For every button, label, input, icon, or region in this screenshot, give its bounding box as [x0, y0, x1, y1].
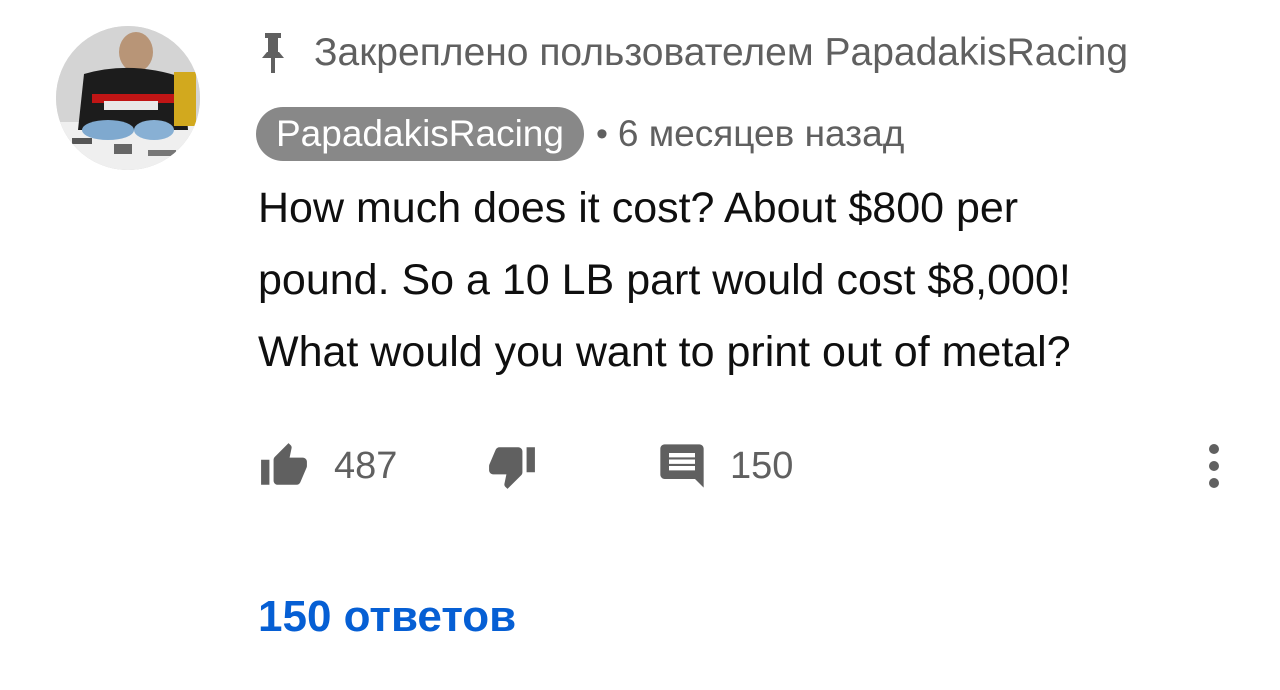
- comment-line: How much does it cost? About $800 per: [258, 184, 1019, 232]
- comment-body: How much does it cost? About $800 per po…: [258, 172, 1238, 388]
- pinned-text: Закреплено пользователем PapadakisRacing: [314, 31, 1129, 74]
- thumbs-down-icon: [489, 447, 535, 489]
- more-vertical-icon: [1209, 444, 1219, 488]
- comment-icon: [660, 444, 704, 488]
- view-replies-link[interactable]: 150 ответов: [258, 592, 516, 642]
- comment-thread: Закреплено пользователем PapadakisRacing…: [0, 0, 1280, 690]
- comment-timestamp[interactable]: 6 месяцев назад: [618, 113, 904, 155]
- reply-button[interactable]: 150: [656, 430, 793, 502]
- author-name[interactable]: PapadakisRacing: [256, 107, 584, 161]
- like-button[interactable]: 487: [256, 430, 397, 502]
- dislike-button[interactable]: [484, 430, 540, 502]
- like-count: 487: [334, 444, 398, 487]
- pinned-label: Закреплено пользователем PapadakisRacing: [258, 28, 1128, 78]
- thumbs-up-icon: [261, 443, 307, 485]
- comment-line: What would you want to print out of meta…: [258, 328, 1071, 376]
- comment-line: pound. So a 10 LB part would cost $8,000…: [258, 256, 1071, 304]
- avatar[interactable]: [56, 26, 200, 170]
- meta-separator: •: [595, 114, 608, 153]
- comment-actions: 487 150: [256, 430, 1236, 502]
- reply-count: 150: [730, 444, 794, 487]
- more-options-button[interactable]: [1194, 436, 1234, 496]
- comment-meta: PapadakisRacing • 6 месяцев назад: [256, 106, 904, 162]
- pin-icon: [258, 31, 288, 75]
